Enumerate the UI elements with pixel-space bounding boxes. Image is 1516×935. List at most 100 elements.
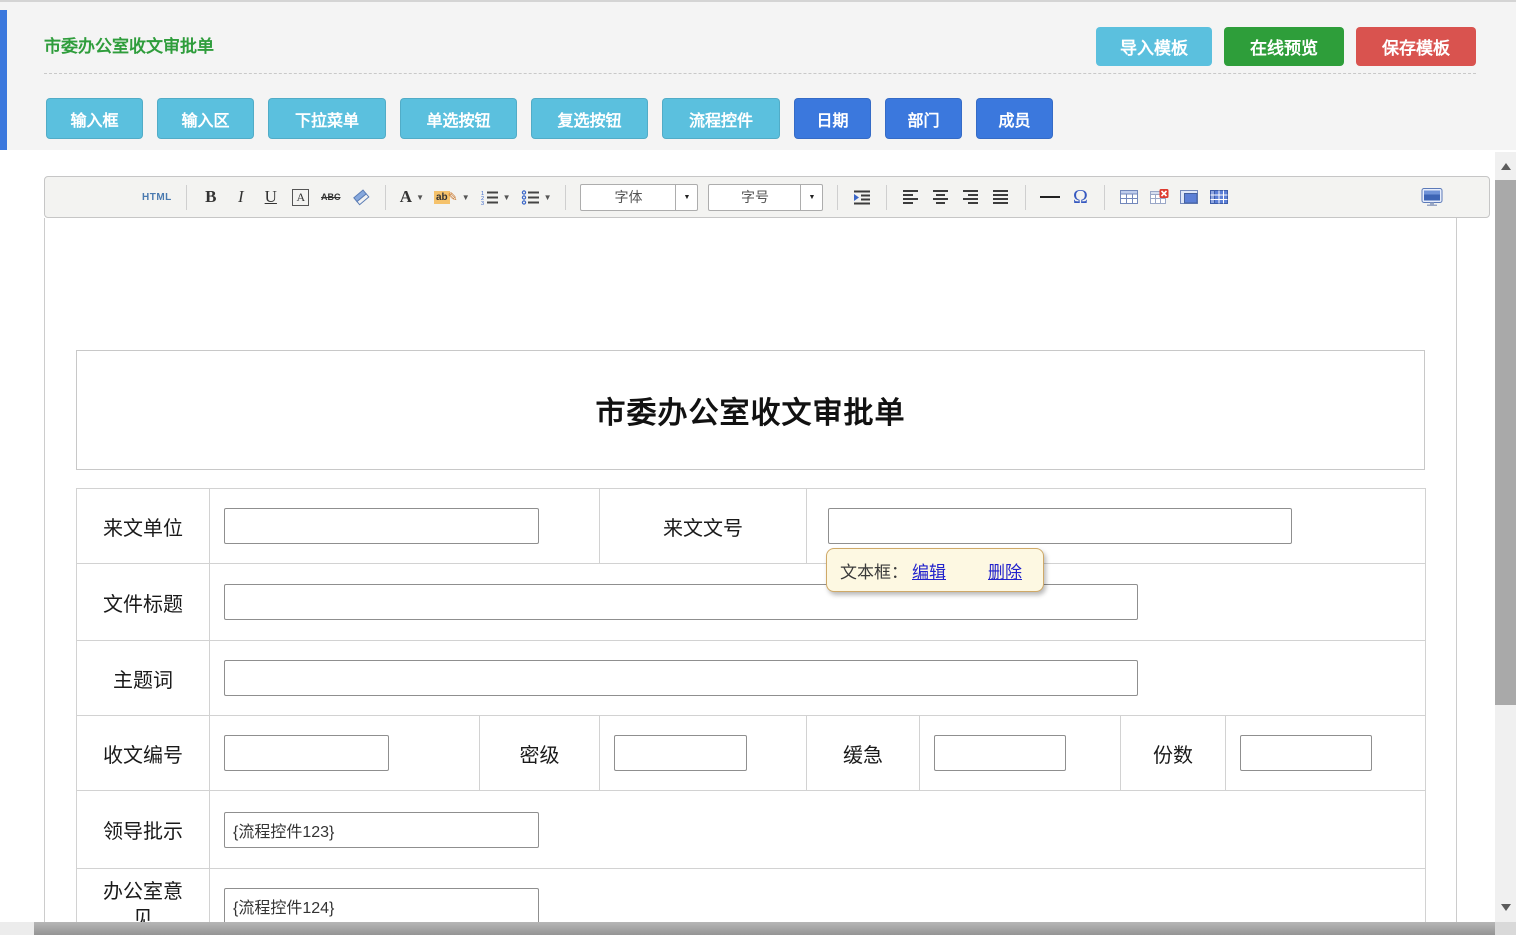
ordered-list-icon: 1 2 3	[480, 189, 499, 205]
eraser-button[interactable]	[351, 184, 371, 210]
svg-text:3: 3	[481, 201, 484, 205]
horizontal-rule-icon	[1040, 196, 1060, 198]
source-unit-label: 来文单位	[77, 489, 210, 564]
editor-toolbar: HTML B I U A ABC A ▼ ab ✎ ▼ 1 2 3 ▼	[44, 176, 1490, 218]
widget-department-button[interactable]: 部门	[885, 98, 962, 139]
header-actions: 导入模板 在线预览 保存模板	[1096, 27, 1476, 66]
leader-instructions-input[interactable]	[224, 812, 539, 848]
leader-instructions-label: 领导批示	[77, 791, 210, 869]
widget-date-button[interactable]: 日期	[794, 98, 871, 139]
cell-properties-button[interactable]	[1179, 184, 1199, 210]
font-size-label: 字号	[709, 187, 800, 207]
receipt-no-label: 收文编号	[77, 716, 210, 791]
strikethrough-button[interactable]: ABC	[321, 184, 341, 210]
html-source-button[interactable]: HTML	[142, 184, 172, 210]
boxed-a-icon: A	[292, 189, 309, 206]
form-table: 来文单位 来文文号 文件标题 主题词 收文编号 密级 缓急 份数 领导批示	[76, 488, 1426, 922]
subject-words-input[interactable]	[224, 660, 1138, 696]
insert-table-button[interactable]	[1119, 184, 1139, 210]
edit-link[interactable]: 编辑	[912, 558, 946, 583]
source-doc-no-input[interactable]	[828, 508, 1292, 544]
table-row: 收文编号 密级 缓急 份数	[77, 716, 1426, 791]
eraser-icon	[351, 189, 371, 206]
indent-button[interactable]	[852, 184, 872, 210]
align-center-button[interactable]	[931, 184, 951, 210]
copies-label: 份数	[1121, 716, 1226, 791]
indent-icon	[852, 189, 872, 205]
vertical-scrollbar	[1495, 152, 1516, 923]
secrecy-level-input[interactable]	[614, 735, 747, 771]
header-panel: 市委办公室收文审批单 导入模板 在线预览 保存模板 输入框 输入区 下拉菜单 单…	[0, 0, 1516, 150]
urgency-input[interactable]	[934, 735, 1066, 771]
underline-button[interactable]: U	[261, 184, 281, 210]
field-tooltip: 文本框： 编辑 删除	[826, 548, 1044, 592]
style-box-button[interactable]: A	[291, 184, 311, 210]
font-size-select[interactable]: 字号 ▼	[708, 184, 823, 211]
triangle-down-icon	[1501, 904, 1511, 911]
form-title: 市委办公室收文审批单	[596, 388, 906, 432]
table-row: 领导批示	[77, 791, 1426, 869]
horizontal-scrollbar-thumb[interactable]	[34, 922, 1495, 935]
tooltip-label: 文本框：	[840, 558, 908, 583]
source-unit-input[interactable]	[224, 508, 539, 544]
bottom-bar-corner	[0, 922, 34, 935]
font-family-label: 字体	[581, 187, 675, 207]
fullscreen-button[interactable]	[1421, 184, 1443, 210]
online-preview-button[interactable]: 在线预览	[1224, 27, 1344, 66]
pencil-icon: ✎	[448, 190, 458, 204]
bold-button[interactable]: B	[201, 184, 221, 210]
widget-radio-button-button[interactable]: 单选按钮	[400, 98, 517, 139]
insert-table-icon	[1120, 189, 1139, 205]
align-right-button[interactable]	[961, 184, 981, 210]
delete-link[interactable]: 删除	[988, 558, 1022, 583]
toolbar-separator	[385, 185, 386, 210]
scrollbar-thumb[interactable]	[1495, 180, 1516, 705]
receipt-no-input[interactable]	[224, 735, 389, 771]
widget-input-box-button[interactable]: 输入框	[46, 98, 143, 139]
toolbar-separator	[1025, 185, 1026, 210]
editor-content: 市委办公室收文审批单 来文单位 来文文号 文件标题 主题词 收文编号 密级 缓急	[44, 218, 1457, 922]
save-template-button[interactable]: 保存模板	[1356, 27, 1476, 66]
widget-member-button[interactable]: 成员	[976, 98, 1053, 139]
ordered-list-button[interactable]: 1 2 3 ▼	[480, 184, 511, 210]
left-edge-accent	[0, 10, 7, 150]
urgency-label: 缓急	[807, 716, 920, 791]
import-template-button[interactable]: 导入模板	[1096, 27, 1212, 66]
highlight-button[interactable]: ab ✎ ▼	[434, 184, 470, 210]
chevron-down-icon: ▼	[675, 185, 697, 210]
chevron-down-icon: ▼	[503, 193, 511, 202]
table-properties-icon	[1210, 189, 1229, 205]
font-color-button[interactable]: A ▼	[400, 184, 424, 210]
table-row: 主题词	[77, 641, 1426, 716]
office-opinion-input[interactable]	[224, 888, 539, 922]
copies-input[interactable]	[1240, 735, 1372, 771]
widget-input-area-button[interactable]: 输入区	[157, 98, 254, 139]
office-opinion-label: 办公室意见	[77, 869, 210, 923]
scroll-up-button[interactable]	[1495, 156, 1516, 176]
italic-button[interactable]: I	[231, 184, 251, 210]
widget-checkbox-button[interactable]: 复选按钮	[531, 98, 648, 139]
scroll-down-button[interactable]	[1495, 897, 1516, 917]
chevron-down-icon: ▼	[416, 193, 424, 202]
bottom-bar-right	[1495, 922, 1516, 935]
table-properties-button[interactable]	[1209, 184, 1229, 210]
table-row: 文件标题	[77, 564, 1426, 641]
special-char-button[interactable]: Ω	[1070, 184, 1090, 210]
font-family-select[interactable]: 字体 ▼	[580, 184, 698, 211]
table-row: 办公室意见	[77, 869, 1426, 923]
source-doc-no-label: 来文文号	[600, 489, 807, 564]
horizontal-rule-button[interactable]	[1040, 184, 1060, 210]
delete-table-button[interactable]	[1149, 184, 1169, 210]
chevron-down-icon: ▼	[544, 193, 552, 202]
align-center-icon	[933, 189, 949, 205]
unordered-list-button[interactable]: ▼	[521, 184, 552, 210]
align-left-button[interactable]	[901, 184, 921, 210]
widget-flow-control-button[interactable]: 流程控件	[662, 98, 780, 139]
widget-dropdown-menu-button[interactable]: 下拉菜单	[268, 98, 386, 139]
chevron-down-icon: ▼	[462, 193, 470, 202]
align-right-icon	[963, 189, 979, 205]
align-justify-icon	[993, 189, 1009, 205]
toolbar-separator	[186, 185, 187, 210]
cell-properties-icon	[1180, 189, 1199, 205]
align-justify-button[interactable]	[991, 184, 1011, 210]
